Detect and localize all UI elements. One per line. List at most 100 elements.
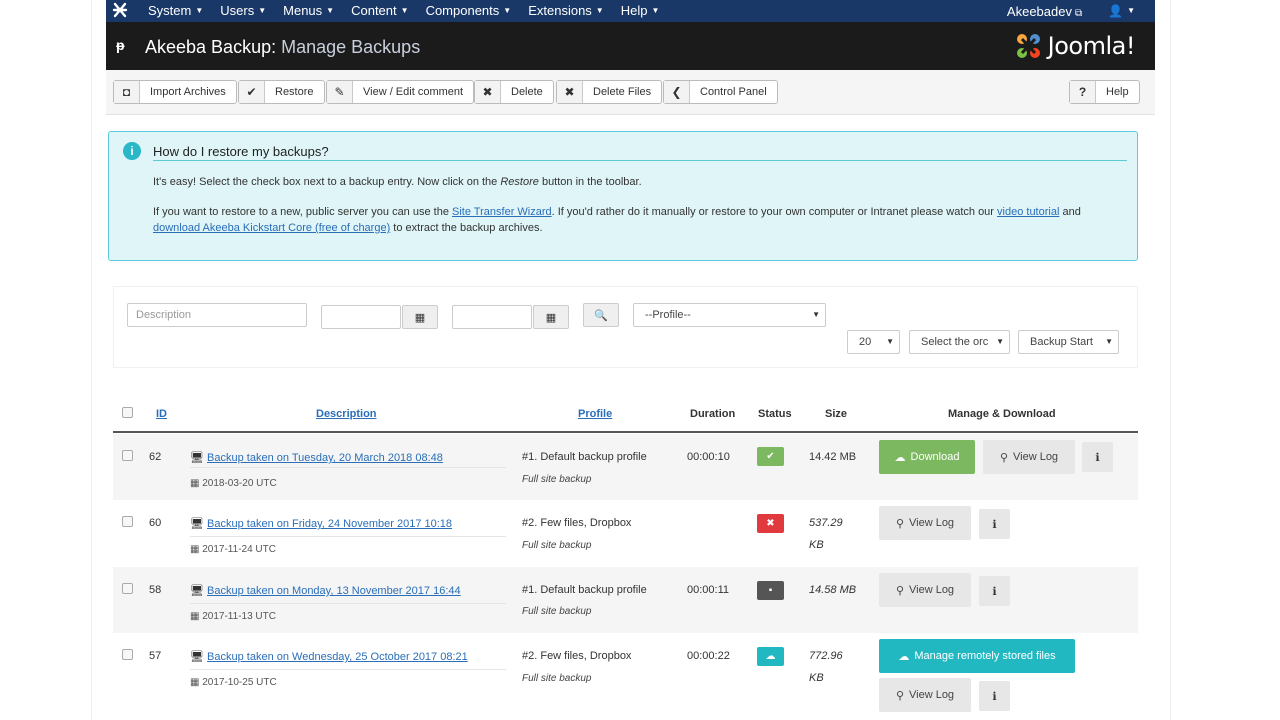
- backup-size: 772.96: [809, 650, 843, 662]
- row-divider: [190, 603, 506, 604]
- manage-remote-files-label: Manage remotely stored files: [914, 650, 1056, 662]
- calendar-to-button[interactable]: ▦: [533, 305, 569, 329]
- status-remote-badge: ☁: [757, 647, 784, 666]
- info-button[interactable]: ℹ: [979, 576, 1010, 606]
- admin-frame: System ▼ Users ▼ Menus ▼ Content ▼ Component…: [106, 0, 1155, 720]
- menu-help[interactable]: Help ▼: [621, 0, 660, 22]
- limit-select[interactable]: 20 ▼: [847, 330, 900, 354]
- row-checkbox[interactable]: [122, 516, 133, 527]
- column-duration-header: Duration: [690, 408, 736, 420]
- caret-down-icon: ▼: [326, 6, 335, 15]
- search-button[interactable]: 🔍: [583, 303, 619, 327]
- backup-date: 2017-11-13 UTC: [202, 611, 276, 622]
- backup-description-link[interactable]: Backup taken on Friday, 24 November 2017…: [207, 518, 452, 530]
- joomla-logo-icon[interactable]: [112, 2, 128, 20]
- backup-size: 537.29: [809, 517, 843, 529]
- select-all-checkbox[interactable]: [122, 407, 133, 418]
- navbar-right: Akeebadev ⧉ 👤 ▼: [1007, 0, 1135, 22]
- menu-users[interactable]: Users ▼: [220, 0, 266, 22]
- page-title-sub: Manage Backups: [281, 37, 421, 57]
- table-row: 58 🖥 Backup taken on Monday, 13 November…: [113, 567, 1138, 633]
- backup-description-link[interactable]: Backup taken on Wednesday, 25 October 20…: [207, 651, 468, 663]
- table-header: ID Description Profile Duration Status S…: [113, 398, 1138, 433]
- calendar-from-button[interactable]: ▦: [402, 305, 438, 329]
- kickstart-download-link[interactable]: download Akeeba Kickstart Core (free of …: [153, 222, 390, 234]
- delete-files-button[interactable]: ✖ Delete Files: [556, 80, 663, 104]
- menu-extensions[interactable]: Extensions ▼: [528, 0, 604, 22]
- restore-button[interactable]: ✔ Restore: [238, 80, 325, 104]
- control-panel-button[interactable]: ❮ Control Panel: [663, 80, 778, 104]
- table-row: 62 🖥 Backup taken on Tuesday, 20 March 2…: [113, 434, 1138, 500]
- backup-type: Full site backup: [522, 606, 592, 617]
- order-select[interactable]: Select the orc ▼: [909, 330, 1010, 354]
- user-menu[interactable]: 👤 ▼: [1108, 4, 1135, 18]
- view-log-label: View Log: [1013, 451, 1059, 463]
- row-id: 60: [149, 517, 162, 529]
- caret-down-icon: ▼: [503, 6, 512, 15]
- view-log-label: View Log: [909, 517, 955, 529]
- backup-description-link[interactable]: Backup taken on Tuesday, 20 March 2018 0…: [207, 452, 443, 464]
- info-heading: How do I restore my backups?: [153, 144, 1127, 161]
- chevron-down-icon: ▼: [886, 337, 894, 346]
- joomla-brand: Joomla!: [1012, 29, 1136, 63]
- download-button[interactable]: ☁ Download: [879, 440, 975, 474]
- site-link[interactable]: Akeebadev ⧉: [1007, 4, 1082, 19]
- view-log-button[interactable]: ⚲ View Log: [983, 440, 1075, 474]
- info-button[interactable]: ℹ: [1082, 442, 1113, 472]
- delete-button[interactable]: ✖ Delete: [474, 80, 554, 104]
- backup-description-link[interactable]: Backup taken on Monday, 13 November 2017…: [207, 585, 461, 597]
- info-circle-icon: ℹ: [992, 585, 997, 598]
- view-log-button[interactable]: ⚲ View Log: [879, 506, 971, 540]
- info-circle-icon: ℹ: [992, 518, 997, 531]
- site-name: Akeebadev: [1006, 3, 1072, 19]
- question-icon: ?: [1070, 81, 1096, 103]
- row-checkbox[interactable]: [122, 583, 133, 594]
- menu-content[interactable]: Content ▼: [351, 0, 408, 22]
- row-divider: [190, 467, 506, 468]
- column-id-header[interactable]: ID: [156, 408, 167, 420]
- column-profile-header[interactable]: Profile: [578, 408, 612, 420]
- row-checkbox[interactable]: [122, 450, 133, 461]
- backup-profile: #1. Default backup profile: [522, 584, 647, 596]
- table-row: 57 🖥 Backup taken on Wednesday, 25 Octob…: [113, 633, 1138, 720]
- profile-select[interactable]: --Profile-- ▼: [633, 303, 826, 327]
- video-tutorial-link[interactable]: video tutorial: [997, 206, 1059, 218]
- info-button[interactable]: ℹ: [979, 681, 1010, 711]
- description-filter-input[interactable]: Description: [127, 303, 307, 327]
- info-paragraph-2: If you want to restore to a new, public …: [153, 204, 1123, 236]
- help-button[interactable]: ? Help: [1069, 80, 1140, 104]
- info-circle-icon: ℹ: [1095, 451, 1100, 464]
- page-header: ᵽ Akeeba Backup: Manage Backups Joomla!: [106, 22, 1155, 70]
- sort-select[interactable]: Backup Start ▼: [1018, 330, 1119, 354]
- view-edit-comment-button[interactable]: ✎ View / Edit comment: [326, 80, 475, 104]
- menu-system[interactable]: System ▼: [148, 0, 203, 22]
- info-button[interactable]: ℹ: [979, 509, 1010, 539]
- column-description-header[interactable]: Description: [316, 408, 377, 420]
- view-log-label: View Log: [909, 689, 955, 701]
- menu-components[interactable]: Components ▼: [426, 0, 512, 22]
- joomla-flower-icon: [1016, 34, 1040, 58]
- row-id: 57: [149, 650, 162, 662]
- delete-label: Delete: [511, 86, 543, 98]
- site-transfer-wizard-link[interactable]: Site Transfer Wizard: [452, 206, 552, 218]
- cloud-icon: ☁: [765, 651, 776, 662]
- control-panel-label: Control Panel: [700, 86, 767, 98]
- menu-menus[interactable]: Menus ▼: [283, 0, 334, 22]
- calendar-icon: ▦: [190, 677, 200, 688]
- menu-users-label: Users: [220, 3, 255, 18]
- manage-remote-files-button[interactable]: ☁ Manage remotely stored files: [879, 639, 1075, 673]
- camera-icon: ◘: [114, 81, 140, 103]
- date-to-input[interactable]: [452, 305, 532, 329]
- view-log-button[interactable]: ⚲ View Log: [879, 573, 971, 607]
- info-icon: i: [123, 142, 141, 160]
- cross-icon: ✖: [475, 81, 501, 103]
- view-log-button[interactable]: ⚲ View Log: [879, 678, 971, 712]
- date-from-input[interactable]: [321, 305, 401, 329]
- menu-menus-label: Menus: [283, 3, 323, 18]
- import-archives-button[interactable]: ◘ Import Archives: [113, 80, 237, 104]
- cloud-download-icon: ☁: [894, 451, 906, 464]
- row-checkbox[interactable]: [122, 649, 133, 660]
- backup-profile: #1. Default backup profile: [522, 451, 647, 463]
- calendar-icon: ▦: [190, 611, 200, 622]
- chevron-down-icon: ▼: [812, 310, 820, 319]
